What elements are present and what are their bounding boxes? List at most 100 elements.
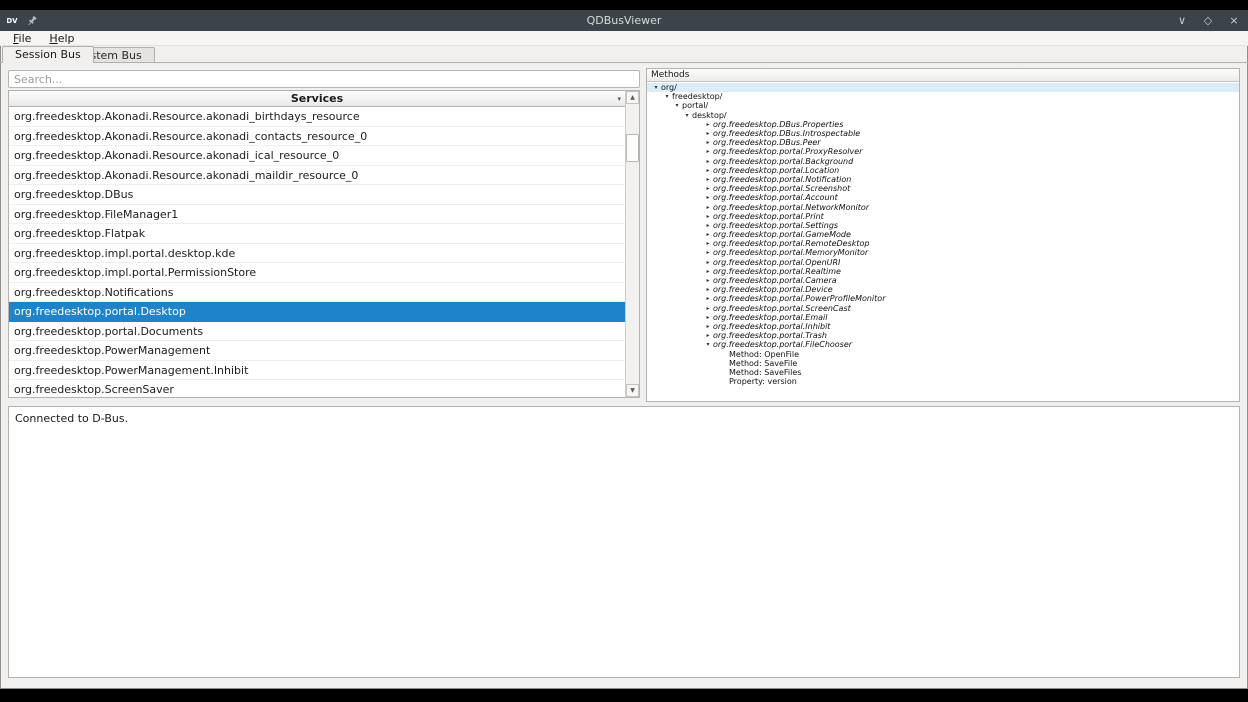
tree-row[interactable]: ▸org.freedesktop.portal.RemoteDesktop bbox=[647, 239, 1239, 248]
expand-arrow-icon[interactable]: ▸ bbox=[703, 185, 713, 192]
expand-arrow-icon[interactable]: ▸ bbox=[703, 314, 713, 321]
tree-row[interactable]: Method: OpenFile bbox=[647, 349, 1239, 358]
tree-row[interactable]: ▸org.freedesktop.portal.Inhibit bbox=[647, 322, 1239, 331]
tree-row[interactable]: Property: version bbox=[647, 377, 1239, 386]
expand-arrow-icon[interactable]: ▸ bbox=[703, 213, 713, 220]
expand-arrow-icon[interactable]: ▸ bbox=[703, 176, 713, 183]
service-row[interactable]: org.freedesktop.Flatpak bbox=[9, 224, 626, 244]
expand-arrow-icon[interactable]: ▸ bbox=[703, 268, 713, 275]
tree-row-label: org.freedesktop.portal.Print bbox=[713, 212, 824, 221]
tree-row[interactable]: ▸org.freedesktop.portal.Trash bbox=[647, 331, 1239, 340]
tree-row[interactable]: Method: SaveFile bbox=[647, 359, 1239, 368]
tree-row[interactable]: ▸org.freedesktop.portal.Device bbox=[647, 285, 1239, 294]
expand-arrow-icon[interactable]: ▸ bbox=[703, 240, 713, 247]
tree-row-label: org/ bbox=[661, 83, 677, 92]
tree-row[interactable]: ▸org.freedesktop.portal.Location bbox=[647, 166, 1239, 175]
service-row[interactable]: org.freedesktop.impl.portal.desktop.kde bbox=[9, 244, 626, 264]
services-scrollbar[interactable]: ▲ ▼ bbox=[625, 91, 639, 397]
expand-arrow-icon[interactable]: ▸ bbox=[703, 332, 713, 339]
expand-arrow-icon[interactable]: ▸ bbox=[703, 121, 713, 128]
tree-row-label: org.freedesktop.portal.Background bbox=[713, 157, 853, 166]
expand-arrow-icon[interactable]: ▸ bbox=[703, 259, 713, 266]
minimize-icon[interactable]: ∨ bbox=[1176, 10, 1188, 31]
expand-arrow-icon[interactable]: ▸ bbox=[703, 295, 713, 302]
tree-row[interactable]: ▸org.freedesktop.portal.Screenshot bbox=[647, 184, 1239, 193]
scroll-up-icon[interactable]: ▲ bbox=[626, 91, 639, 104]
collapse-arrow-icon[interactable]: ▾ bbox=[672, 102, 682, 109]
service-row[interactable]: org.freedesktop.ScreenSaver bbox=[9, 380, 626, 397]
scrollbar-thumb[interactable] bbox=[626, 134, 639, 162]
expand-arrow-icon[interactable]: ▸ bbox=[703, 167, 713, 174]
services-table: Services ▾ org.freedesktop.Akonadi.Resou… bbox=[8, 90, 640, 398]
expand-arrow-icon[interactable]: ▸ bbox=[703, 231, 713, 238]
tree-row[interactable]: ▸org.freedesktop.portal.ScreenCast bbox=[647, 304, 1239, 313]
service-row[interactable]: org.freedesktop.PowerManagement.Inhibit bbox=[9, 361, 626, 381]
tree-row[interactable]: ▸org.freedesktop.DBus.Properties bbox=[647, 120, 1239, 129]
tree-row-label: org.freedesktop.portal.Settings bbox=[713, 221, 838, 230]
service-row[interactable]: org.freedesktop.Notifications bbox=[9, 283, 626, 303]
expand-arrow-icon[interactable]: ▸ bbox=[703, 139, 713, 146]
tree-row[interactable]: ▸org.freedesktop.portal.Camera bbox=[647, 276, 1239, 285]
tree-row[interactable]: ▸org.freedesktop.portal.Print bbox=[647, 212, 1239, 221]
tree-row[interactable]: ▸org.freedesktop.DBus.Peer bbox=[647, 138, 1239, 147]
expand-arrow-icon[interactable]: ▸ bbox=[703, 323, 713, 330]
expand-arrow-icon[interactable]: ▸ bbox=[703, 249, 713, 256]
service-row[interactable]: org.freedesktop.Akonadi.Resource.akonadi… bbox=[9, 166, 626, 186]
titlebar[interactable]: DV QDBusViewer ∨ ◇ × bbox=[0, 10, 1248, 31]
status-text: Connected to D-Bus. bbox=[15, 412, 128, 425]
expand-arrow-icon[interactable]: ▸ bbox=[703, 286, 713, 293]
tree-row[interactable]: Method: SaveFiles bbox=[647, 368, 1239, 377]
collapse-arrow-icon[interactable]: ▾ bbox=[703, 341, 713, 348]
methods-header[interactable]: Methods bbox=[647, 69, 1239, 82]
tree-row[interactable]: ▾portal/ bbox=[647, 101, 1239, 110]
expand-arrow-icon[interactable]: ▸ bbox=[703, 130, 713, 137]
scroll-down-icon[interactable]: ▼ bbox=[626, 384, 639, 397]
tree-row[interactable]: ▸org.freedesktop.portal.MemoryMonitor bbox=[647, 248, 1239, 257]
service-row[interactable]: org.freedesktop.Akonadi.Resource.akonadi… bbox=[9, 107, 626, 127]
tree-row[interactable]: ▸org.freedesktop.portal.OpenURI bbox=[647, 258, 1239, 267]
expand-arrow-icon[interactable]: ▸ bbox=[703, 222, 713, 229]
expand-arrow-icon[interactable]: ▸ bbox=[703, 277, 713, 284]
tree-row[interactable]: ▸org.freedesktop.portal.PowerProfileMoni… bbox=[647, 294, 1239, 303]
tree-row-label: org.freedesktop.portal.FileChooser bbox=[713, 340, 852, 349]
service-row[interactable]: org.freedesktop.DBus bbox=[9, 185, 626, 205]
maximize-icon[interactable]: ◇ bbox=[1202, 10, 1214, 31]
service-row[interactable]: org.freedesktop.Akonadi.Resource.akonadi… bbox=[9, 146, 626, 166]
tree-row[interactable]: ▸org.freedesktop.portal.Email bbox=[647, 313, 1239, 322]
collapse-arrow-icon[interactable]: ▾ bbox=[662, 93, 672, 100]
menu-help[interactable]: Help bbox=[42, 31, 81, 46]
tree-row[interactable]: ▾org.freedesktop.portal.FileChooser bbox=[647, 340, 1239, 349]
tab-session-bus[interactable]: Session Bus bbox=[2, 46, 94, 63]
expand-arrow-icon[interactable]: ▸ bbox=[703, 305, 713, 312]
expand-arrow-icon[interactable]: ▸ bbox=[703, 158, 713, 165]
service-row[interactable]: org.freedesktop.PowerManagement bbox=[9, 341, 626, 361]
tree-row[interactable]: ▸org.freedesktop.portal.NetworkMonitor bbox=[647, 202, 1239, 211]
tree-row[interactable]: ▸org.freedesktop.portal.Account bbox=[647, 193, 1239, 202]
tree-row[interactable]: ▸org.freedesktop.portal.ProxyResolver bbox=[647, 147, 1239, 156]
menu-file[interactable]: File bbox=[6, 31, 38, 46]
expand-arrow-icon[interactable]: ▸ bbox=[703, 148, 713, 155]
tree-row[interactable]: ▸org.freedesktop.portal.Settings bbox=[647, 221, 1239, 230]
sort-arrow-icon[interactable]: ▾ bbox=[617, 91, 621, 107]
service-row[interactable]: org.freedesktop.impl.portal.PermissionSt… bbox=[9, 263, 626, 283]
tree-row[interactable]: ▾org/ bbox=[647, 83, 1239, 92]
tree-row[interactable]: ▸org.freedesktop.portal.Background bbox=[647, 157, 1239, 166]
close-icon[interactable]: × bbox=[1228, 10, 1240, 31]
tree-row[interactable]: ▸org.freedesktop.portal.GameMode bbox=[647, 230, 1239, 239]
tree-row[interactable]: ▸org.freedesktop.DBus.Introspectable bbox=[647, 129, 1239, 138]
tree-row[interactable]: ▸org.freedesktop.portal.Notification bbox=[647, 175, 1239, 184]
collapse-arrow-icon[interactable]: ▾ bbox=[651, 84, 661, 91]
tree-row[interactable]: ▸org.freedesktop.portal.Realtime bbox=[647, 267, 1239, 276]
service-row[interactable]: org.freedesktop.portal.Documents bbox=[9, 322, 626, 342]
services-header[interactable]: Services ▾ bbox=[9, 91, 626, 107]
tree-row[interactable]: ▾desktop/ bbox=[647, 111, 1239, 120]
tree-row-label: org.freedesktop.portal.Account bbox=[713, 193, 838, 202]
expand-arrow-icon[interactable]: ▸ bbox=[703, 204, 713, 211]
service-row[interactable]: org.freedesktop.FileManager1 bbox=[9, 205, 626, 225]
collapse-arrow-icon[interactable]: ▾ bbox=[682, 112, 692, 119]
service-row[interactable]: org.freedesktop.Akonadi.Resource.akonadi… bbox=[9, 127, 626, 147]
search-input[interactable] bbox=[8, 70, 640, 88]
expand-arrow-icon[interactable]: ▸ bbox=[703, 194, 713, 201]
service-row[interactable]: org.freedesktop.portal.Desktop bbox=[9, 302, 626, 322]
tree-row[interactable]: ▾freedesktop/ bbox=[647, 92, 1239, 101]
